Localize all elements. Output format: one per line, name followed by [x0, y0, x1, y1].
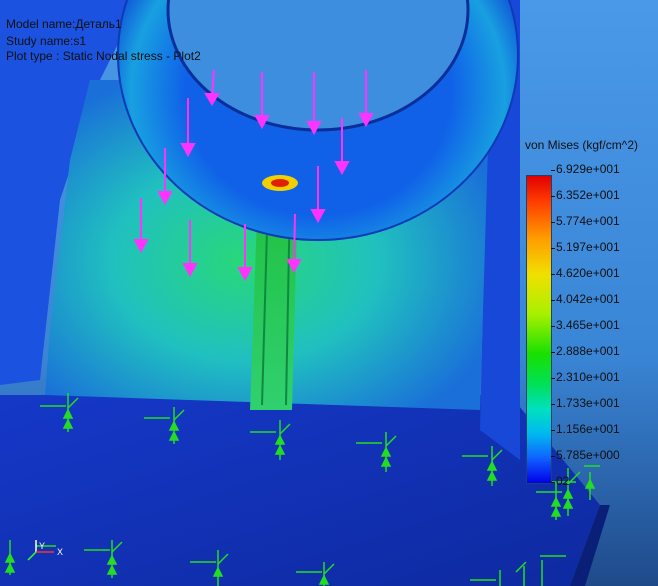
- legend-tick-label: 2.310e+001: [556, 370, 620, 384]
- legend-tick-mark: [551, 430, 555, 431]
- legend-tick-label: 6.352e+001: [556, 188, 620, 202]
- legend-tick-label: 4.620e+001: [556, 266, 620, 280]
- legend-color-bar: [526, 175, 552, 484]
- legend-tick-label: 6.929e+001: [556, 162, 620, 176]
- legend-tick-mark: [551, 196, 555, 197]
- legend-tick-label: 5.197e+001: [556, 240, 620, 254]
- legend-tick-label: 1.733e+001: [556, 396, 620, 410]
- legend-tick-mark: [551, 482, 555, 483]
- legend-tick-label: 1.156e+001: [556, 422, 620, 436]
- legend-tick-mark: [551, 326, 555, 327]
- plot-type-label: Plot type : Static Nodal stress - Plot2: [6, 49, 201, 63]
- legend-tick-label: 3.465e+001: [556, 318, 620, 332]
- stress-hotspot-core: [271, 179, 289, 187]
- legend-title: von Mises (kgf/cm^2): [525, 138, 638, 152]
- legend-tick-mark: [551, 248, 555, 249]
- model-name-label: Model name:Деталь1: [6, 17, 122, 31]
- legend-tick-label: 4.042e+001: [556, 292, 620, 306]
- legend-tick-mark: [551, 378, 555, 379]
- legend-tick-mark: [551, 274, 555, 275]
- legend-tick-label: 5.785e+000: [556, 448, 620, 462]
- study-name-label: Study name:s1: [6, 34, 87, 48]
- triad-x-label: X: [57, 547, 63, 557]
- legend-tick-label: 2.888e+001: [556, 344, 620, 358]
- legend-tick-mark: [551, 456, 555, 457]
- triad-y-label: Y: [39, 541, 45, 551]
- legend-tick-mark: [551, 300, 555, 301]
- legend-tick-mark: [551, 352, 555, 353]
- legend-tick-mark: [551, 170, 555, 171]
- legend-tick-label: 02: [556, 474, 570, 488]
- legend-tick-label: 5.774e+001: [556, 214, 620, 228]
- legend-tick-mark: [551, 222, 555, 223]
- legend-tick-mark: [551, 404, 555, 405]
